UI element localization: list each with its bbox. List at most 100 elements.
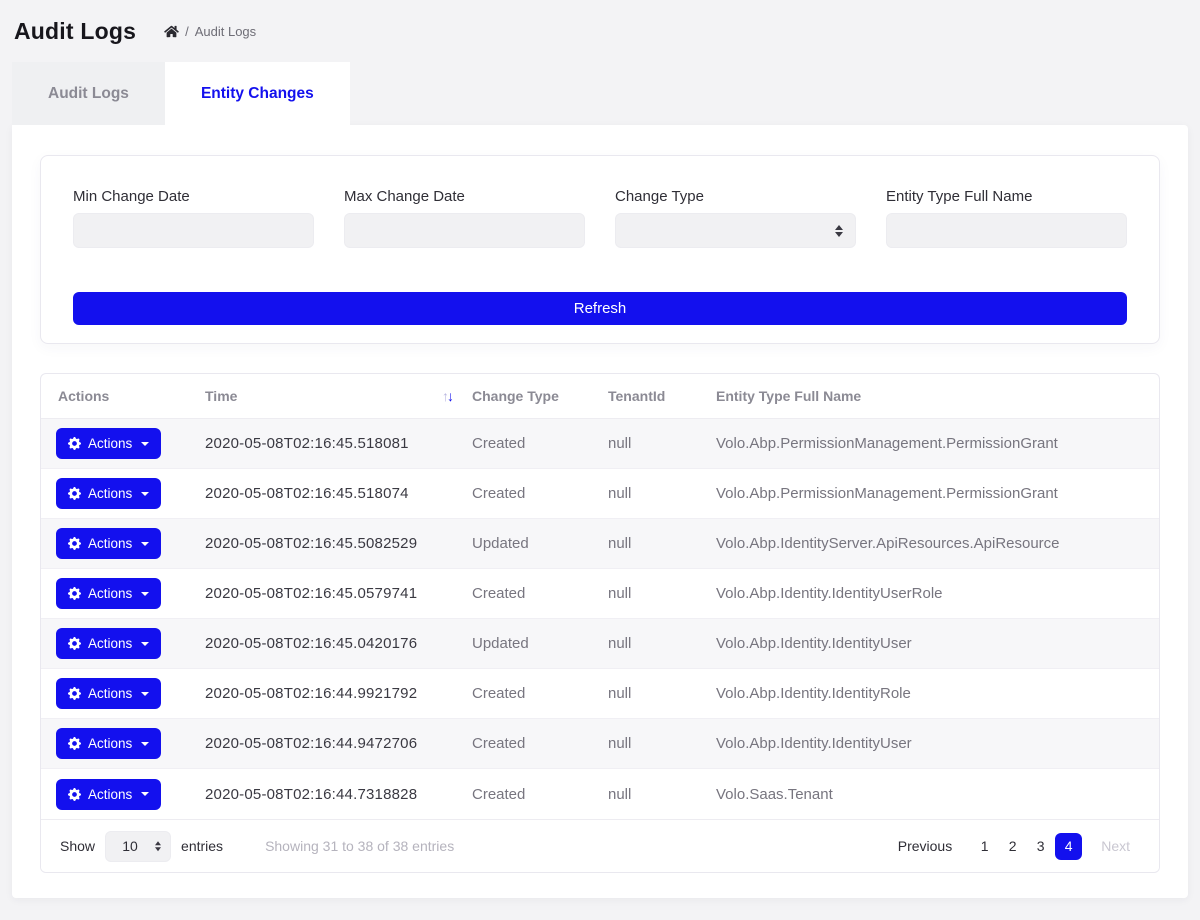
gear-icon bbox=[68, 788, 81, 801]
cell-time: 2020-05-08T02:16:45.0420176 bbox=[205, 635, 472, 652]
cell-tenant-id: null bbox=[608, 735, 716, 752]
cell-entity-type: Volo.Abp.PermissionManagement.Permission… bbox=[716, 485, 1159, 502]
column-header-entity-type[interactable]: Entity Type Full Name bbox=[716, 388, 1159, 404]
cell-actions: Actions bbox=[41, 578, 205, 609]
actions-dropdown-button[interactable]: Actions bbox=[56, 428, 161, 459]
actions-dropdown-button[interactable]: Actions bbox=[56, 528, 161, 559]
pagination-page-1[interactable]: 1 bbox=[971, 833, 998, 860]
table-row: Actions 2020-05-08T02:16:44.9921792 Crea… bbox=[41, 669, 1159, 719]
tab-bar: Audit Logs Entity Changes bbox=[12, 62, 1188, 125]
cell-time: 2020-05-08T02:16:45.518074 bbox=[205, 485, 472, 502]
pagination: Previous 1234 Next bbox=[888, 833, 1140, 860]
cell-actions: Actions bbox=[41, 678, 205, 709]
cell-change-type: Created bbox=[472, 435, 608, 452]
column-header-change-type[interactable]: Change Type bbox=[472, 388, 608, 404]
cell-actions: Actions bbox=[41, 628, 205, 659]
gear-icon bbox=[68, 637, 81, 650]
gear-icon bbox=[68, 537, 81, 550]
table-row: Actions 2020-05-08T02:16:45.518074 Creat… bbox=[41, 469, 1159, 519]
max-change-date-label: Max Change Date bbox=[344, 188, 585, 205]
showing-info: Showing 31 to 38 of 38 entries bbox=[265, 838, 454, 854]
table-row: Actions 2020-05-08T02:16:45.518081 Creat… bbox=[41, 419, 1159, 469]
cell-actions: Actions bbox=[41, 478, 205, 509]
cell-tenant-id: null bbox=[608, 635, 716, 652]
refresh-button[interactable]: Refresh bbox=[73, 292, 1127, 325]
filter-card: Min Change Date Max Change Date Change T… bbox=[40, 155, 1160, 344]
cell-entity-type: Volo.Saas.Tenant bbox=[716, 786, 1159, 803]
column-header-tenant-id[interactable]: TenantId bbox=[608, 388, 716, 404]
pagination-next[interactable]: Next bbox=[1091, 833, 1140, 860]
table-row: Actions 2020-05-08T02:16:45.0579741 Crea… bbox=[41, 569, 1159, 619]
actions-dropdown-button[interactable]: Actions bbox=[56, 578, 161, 609]
cell-entity-type: Volo.Abp.Identity.IdentityUser bbox=[716, 735, 1159, 752]
pagination-previous[interactable]: Previous bbox=[888, 833, 962, 860]
caret-down-icon bbox=[141, 642, 149, 646]
filter-field-change-type: Change Type bbox=[615, 188, 856, 248]
gear-icon bbox=[68, 687, 81, 700]
entity-type-label: Entity Type Full Name bbox=[886, 188, 1127, 205]
content-panel: Min Change Date Max Change Date Change T… bbox=[12, 125, 1188, 898]
cell-change-type: Created bbox=[472, 735, 608, 752]
table-body: Actions 2020-05-08T02:16:45.518081 Creat… bbox=[41, 419, 1159, 819]
cell-time: 2020-05-08T02:16:44.7318828 bbox=[205, 786, 472, 803]
cell-change-type: Created bbox=[472, 485, 608, 502]
actions-dropdown-button[interactable]: Actions bbox=[56, 779, 161, 810]
cell-entity-type: Volo.Abp.IdentityServer.ApiResources.Api… bbox=[716, 535, 1159, 552]
entity-type-input[interactable] bbox=[886, 213, 1127, 248]
actions-dropdown-button[interactable]: Actions bbox=[56, 478, 161, 509]
entity-changes-table: Actions Time ↑↓ Change Type TenantId Ent… bbox=[40, 373, 1160, 873]
min-change-date-input[interactable] bbox=[73, 213, 314, 248]
actions-button-label: Actions bbox=[88, 586, 132, 601]
change-type-label: Change Type bbox=[615, 188, 856, 205]
tab-audit-logs[interactable]: Audit Logs bbox=[12, 62, 165, 125]
breadcrumb-separator: / bbox=[185, 24, 189, 39]
pagination-page-4[interactable]: 4 bbox=[1055, 833, 1082, 860]
pagination-page-2[interactable]: 2 bbox=[999, 833, 1026, 860]
cell-actions: Actions bbox=[41, 428, 205, 459]
page-title: Audit Logs bbox=[14, 18, 136, 45]
actions-dropdown-button[interactable]: Actions bbox=[56, 728, 161, 759]
cell-time: 2020-05-08T02:16:44.9921792 bbox=[205, 685, 472, 702]
gear-icon bbox=[68, 737, 81, 750]
caret-down-icon bbox=[141, 442, 149, 446]
page-size-select[interactable]: 10 bbox=[105, 831, 171, 862]
tab-entity-changes[interactable]: Entity Changes bbox=[165, 62, 350, 125]
actions-button-label: Actions bbox=[88, 486, 132, 501]
actions-button-label: Actions bbox=[88, 686, 132, 701]
actions-dropdown-button[interactable]: Actions bbox=[56, 628, 161, 659]
cell-entity-type: Volo.Abp.Identity.IdentityRole bbox=[716, 685, 1159, 702]
home-icon[interactable] bbox=[164, 25, 179, 38]
cell-actions: Actions bbox=[41, 779, 205, 810]
actions-button-label: Actions bbox=[88, 736, 132, 751]
caret-down-icon bbox=[141, 592, 149, 596]
caret-down-icon bbox=[141, 542, 149, 546]
cell-tenant-id: null bbox=[608, 535, 716, 552]
cell-actions: Actions bbox=[41, 728, 205, 759]
sort-up-down-icon: ↑↓ bbox=[442, 389, 454, 403]
caret-down-icon bbox=[141, 792, 149, 796]
actions-dropdown-button[interactable]: Actions bbox=[56, 678, 161, 709]
cell-entity-type: Volo.Abp.Identity.IdentityUserRole bbox=[716, 585, 1159, 602]
gear-icon bbox=[68, 487, 81, 500]
cell-tenant-id: null bbox=[608, 585, 716, 602]
entries-label: entries bbox=[181, 838, 223, 854]
cell-time: 2020-05-08T02:16:45.5082529 bbox=[205, 535, 472, 552]
table-row: Actions 2020-05-08T02:16:45.5082529 Upda… bbox=[41, 519, 1159, 569]
cell-tenant-id: null bbox=[608, 685, 716, 702]
actions-button-label: Actions bbox=[88, 536, 132, 551]
caret-down-icon bbox=[141, 492, 149, 496]
filter-field-max-change-date: Max Change Date bbox=[344, 188, 585, 248]
cell-tenant-id: null bbox=[608, 435, 716, 452]
table-header: Actions Time ↑↓ Change Type TenantId Ent… bbox=[41, 374, 1159, 419]
table-row: Actions 2020-05-08T02:16:45.0420176 Upda… bbox=[41, 619, 1159, 669]
change-type-select[interactable] bbox=[615, 213, 856, 248]
filter-field-entity-type: Entity Type Full Name bbox=[886, 188, 1127, 248]
cell-entity-type: Volo.Abp.Identity.IdentityUser bbox=[716, 635, 1159, 652]
breadcrumb-current: Audit Logs bbox=[195, 24, 256, 39]
pagination-page-3[interactable]: 3 bbox=[1027, 833, 1054, 860]
max-change-date-input[interactable] bbox=[344, 213, 585, 248]
min-change-date-label: Min Change Date bbox=[73, 188, 314, 205]
cell-change-type: Created bbox=[472, 585, 608, 602]
column-header-time[interactable]: Time ↑↓ bbox=[205, 388, 472, 404]
table-footer: Show 10 entries Showing 31 to 38 of 38 e… bbox=[41, 819, 1159, 872]
